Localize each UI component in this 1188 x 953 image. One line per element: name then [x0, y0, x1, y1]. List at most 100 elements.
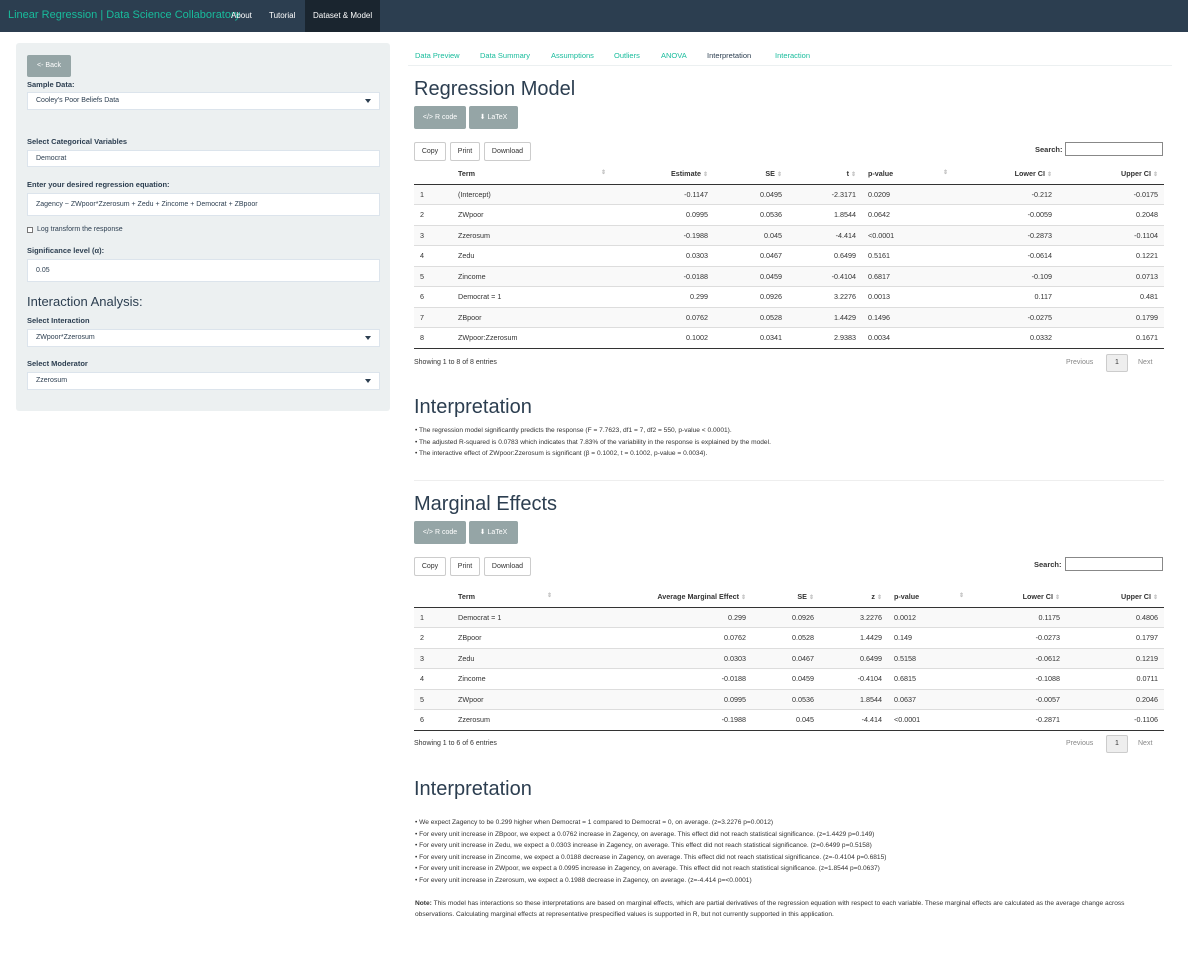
table-cell: 3 [414, 224, 452, 246]
column-header-estimate[interactable]: Estimate ⇕ [610, 164, 714, 185]
table-cell: 0.6499 [820, 647, 888, 669]
tab-interaction[interactable]: Interaction [775, 51, 810, 60]
tab-data-preview[interactable]: Data Preview [415, 51, 460, 60]
latex-label: LaTeX [487, 529, 508, 536]
page-1-button[interactable]: 1 [1106, 735, 1128, 753]
table-row: 6 Democrat = 1 0.299 0.0926 3.2276 0.0013 0.11… [414, 286, 1164, 307]
table-cell: 6 [414, 286, 452, 307]
tab-interpretation[interactable]: Interpretation [707, 51, 751, 60]
nav-dataset-model[interactable]: Dataset & Model [305, 0, 381, 32]
table-cell: 0.0995 [610, 204, 714, 225]
column-header-label: SE [797, 592, 807, 602]
column-header-upper-ci[interactable]: Upper CI ⇕ [1066, 587, 1164, 608]
table-cell: 0.6817 [862, 265, 952, 287]
table-cell: 0.0926 [714, 286, 788, 307]
table-cell: ZWpoor [452, 688, 556, 710]
table-cell: 0.0528 [714, 306, 788, 328]
copy-button[interactable]: Copy [414, 557, 446, 576]
significance-input[interactable]: 0.05 [27, 259, 380, 282]
interaction-select[interactable]: ZWpoor*Zzerosum [27, 329, 380, 347]
column-header-t[interactable]: t ⇕ [788, 164, 862, 185]
column-header-pvalue[interactable]: p-value ⇕ [888, 587, 968, 608]
search-input[interactable] [1065, 557, 1163, 571]
search-label: Search: [1034, 560, 1062, 569]
column-header-label: p-value [868, 169, 894, 179]
back-button[interactable]: <- Back [27, 55, 71, 77]
column-header-term[interactable]: Term ⇕ [452, 164, 610, 185]
latex-button[interactable]: ⬇ LaTeX [469, 106, 518, 129]
table-row: 2 ZBpoor 0.0762 0.0528 1.4429 0.149 -0.0273 0.1… [414, 627, 1164, 648]
note-text: This model has interactions so these int… [415, 900, 1125, 918]
page-1-button[interactable]: 1 [1106, 354, 1128, 372]
column-header-upper-ci[interactable]: Upper CI ⇕ [1058, 164, 1164, 185]
next-page-button[interactable]: Next [1138, 740, 1152, 747]
table-cell: 0.0995 [556, 688, 752, 710]
marginal-effects-table: Term ⇕ Average Marginal Effect ⇕ SE ⇕ z ⇕ p-… [414, 587, 1164, 731]
table-row: 6 Zzerosum -0.1988 0.045 -4.414 <0.0001 -0.287… [414, 709, 1164, 731]
categorical-label: Select Categorical Variables [27, 137, 128, 146]
column-header-pvalue[interactable]: p-value ⇕ [862, 164, 952, 185]
print-button[interactable]: Print [450, 557, 480, 576]
search-input[interactable] [1065, 142, 1163, 156]
column-header-se[interactable]: SE ⇕ [752, 587, 820, 608]
table-cell: 0.1797 [1066, 627, 1164, 648]
print-button[interactable]: Print [450, 142, 480, 161]
table-cell: Zincome [452, 265, 610, 287]
table-header-row: Term ⇕ Average Marginal Effect ⇕ SE ⇕ z ⇕ p-… [414, 587, 1164, 608]
search-label: Search: [1035, 145, 1063, 154]
download-button[interactable]: Download [484, 142, 531, 161]
moderator-select[interactable]: Zzerosum [27, 372, 380, 390]
table-cell: 0.6499 [788, 245, 862, 266]
sort-icon: ⇕ [776, 171, 782, 178]
app-brand[interactable]: Linear Regression | Data Science Collabo… [8, 9, 240, 21]
table-cell: -0.1147 [610, 183, 714, 205]
column-header-lower-ci[interactable]: Lower CI ⇕ [968, 587, 1066, 608]
sample-data-select[interactable]: Cooley's Poor Beliefs Data [27, 92, 380, 110]
previous-page-button[interactable]: Previous [1066, 359, 1093, 366]
tab-anova[interactable]: ANOVA [661, 51, 687, 60]
download-button[interactable]: Download [484, 557, 531, 576]
column-header-z[interactable]: z ⇕ [820, 587, 888, 608]
table-cell: 1.8544 [820, 688, 888, 710]
equation-value: Zagency ~ ZWpoor*Zzerosum + Zedu + Zinco… [36, 201, 258, 208]
table-cell: 0.045 [752, 709, 820, 731]
equation-input[interactable]: Zagency ~ ZWpoor*Zzerosum + Zedu + Zinco… [27, 193, 380, 216]
list-item: • For every unit increase in ZBpoor, we … [415, 830, 875, 838]
column-header-se[interactable]: SE ⇕ [714, 164, 788, 185]
log-transform-checkbox[interactable] [27, 227, 33, 233]
interpretation-title: Interpretation [414, 396, 532, 418]
rcode-button[interactable]: </> R code [414, 521, 466, 544]
table-cell: -0.4104 [788, 265, 862, 287]
table-cell: -0.0275 [952, 306, 1058, 328]
tab-data-summary[interactable]: Data Summary [480, 51, 530, 60]
column-header-label: Lower CI [1014, 169, 1045, 179]
tab-outliers[interactable]: Outliers [614, 51, 640, 60]
previous-page-button[interactable]: Previous [1066, 740, 1093, 747]
column-header-term[interactable]: Term ⇕ [452, 587, 556, 608]
tab-assumptions[interactable]: Assumptions [551, 51, 594, 60]
table-cell: 3.2276 [788, 286, 862, 307]
sort-icon: ⇕ [942, 170, 948, 177]
nav-about[interactable]: About [231, 0, 252, 32]
copy-button[interactable]: Copy [414, 142, 446, 161]
table-cell: -4.414 [820, 709, 888, 731]
column-header-label: SE [765, 169, 775, 179]
table-cell: 0.117 [952, 286, 1058, 307]
table-cell: -0.1988 [556, 709, 752, 731]
caret-down-icon [365, 336, 371, 340]
column-header-label: Estimate [671, 169, 701, 179]
table-cell: 0.0762 [556, 627, 752, 648]
categorical-select[interactable]: Democrat [27, 150, 380, 167]
column-header-lower-ci[interactable]: Lower CI ⇕ [952, 164, 1058, 185]
column-header-ame[interactable]: Average Marginal Effect ⇕ [556, 587, 752, 608]
table-cell: 1.8544 [788, 204, 862, 225]
interaction-label: Select Interaction [27, 316, 90, 325]
nav-tutorial[interactable]: Tutorial [269, 0, 295, 32]
sort-icon: ⇕ [740, 594, 746, 601]
next-page-button[interactable]: Next [1138, 359, 1152, 366]
table-row: 4 Zincome -0.0188 0.0459 -0.4104 0.6815 -0.108… [414, 668, 1164, 689]
rcode-button[interactable]: </> R code [414, 106, 466, 129]
latex-button[interactable]: ⬇ LaTeX [469, 521, 518, 544]
table-cell: 0.2048 [1058, 204, 1164, 225]
table-cell: 3 [414, 647, 452, 669]
